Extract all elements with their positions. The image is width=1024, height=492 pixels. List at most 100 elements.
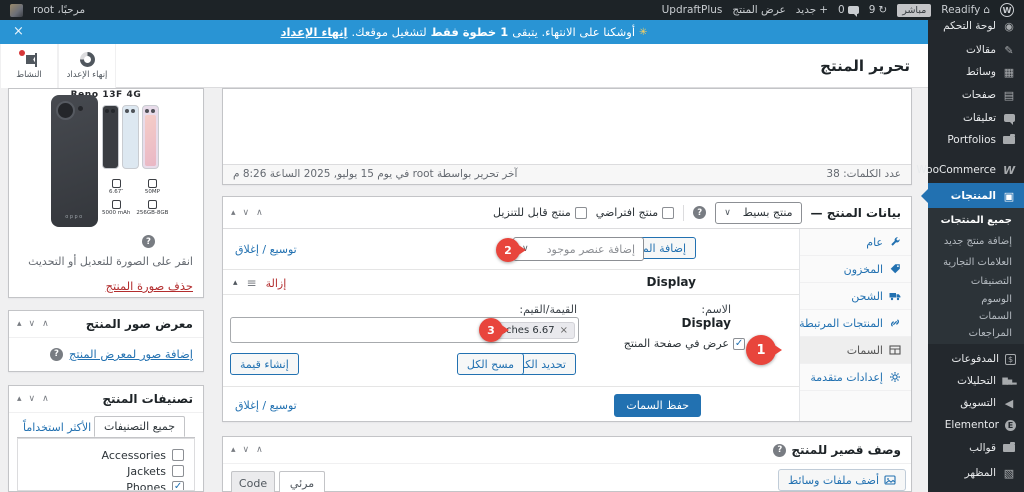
phone-color-variants (102, 105, 159, 169)
expand-close-link[interactable]: توسيع / إغلاق (235, 399, 297, 412)
visual-tab[interactable]: مرئي (279, 471, 325, 492)
submenu-all-products[interactable]: جميع المنتجات (928, 212, 1024, 229)
sidebar-item-appearance[interactable]: ▧ المظهر (928, 462, 1024, 484)
tab-all-categories[interactable]: جميع التصنيفات (93, 416, 185, 437)
move-up-icon[interactable]: ∧ (42, 394, 49, 404)
product-type-select[interactable]: منتج بسيط ∨ (715, 201, 802, 224)
toggle-icon[interactable]: ▴ (17, 319, 22, 329)
wordpress-logo-icon: W (1000, 3, 1014, 17)
values-label: القيمة/القيم: (519, 303, 577, 316)
drag-handle-icon[interactable]: ≡ (247, 276, 257, 290)
add-gallery-images-link[interactable]: إضافة صور لمعرض المنتج (69, 347, 193, 361)
remove-value-icon[interactable]: × (560, 325, 568, 336)
add-existing-select[interactable]: إضافة عنصر موجود ∨ (513, 237, 644, 261)
add-media-button[interactable]: أضف ملفات وسائط (778, 469, 906, 491)
checkbox (172, 449, 184, 461)
sidebar-item-media[interactable]: ▦ وسائط (928, 61, 1024, 83)
help-icon[interactable]: ? (693, 206, 707, 219)
sidebar-item-posts[interactable]: ✎ مقالات (928, 39, 1024, 61)
updates-indicator[interactable]: ↻ 9 (869, 4, 888, 16)
category-accessories[interactable]: Accessories (28, 447, 184, 463)
site-name-link[interactable]: ⌂ Readify (941, 4, 990, 16)
wp-logo-menu[interactable]: W (1000, 3, 1014, 17)
last-edited: آخر تحرير بواسطة root في يوم 15 يوليو, 2… (233, 168, 518, 180)
dashboard-icon: ◉ (1004, 20, 1014, 33)
remove-attribute-link[interactable]: إزالة (266, 277, 287, 290)
attribute-values-input[interactable]: inches 6.67 × (230, 317, 579, 343)
downloadable-checkbox[interactable]: منتج قابل للتنزيل (493, 206, 587, 219)
visible-on-product-page-checkbox[interactable]: ✓ عرض في صفحة المنتج (624, 337, 745, 350)
move-down-icon[interactable]: ∨ (29, 394, 36, 404)
gallery-add-row: إضافة صور لمعرض المنتج ? (49, 347, 193, 361)
tab-general[interactable]: عام (800, 229, 911, 256)
toggle-icon[interactable]: ▴ (17, 394, 22, 404)
move-up-icon[interactable]: ∧ (42, 319, 49, 329)
help-icon[interactable]: ? (49, 347, 63, 361)
camera-icon (147, 179, 157, 188)
move-down-icon[interactable]: ∨ (29, 319, 36, 329)
move-up-icon[interactable]: ∧ (256, 208, 263, 218)
submenu-tags[interactable]: الوسوم (928, 291, 1024, 308)
move-down-icon[interactable]: ∨ (243, 445, 250, 455)
sidebar-item-marketing[interactable]: ◀ التسويق (928, 392, 1024, 414)
spec-camera: 50MP (136, 179, 168, 195)
move-down-icon[interactable]: ∨ (243, 208, 250, 218)
move-up-icon[interactable]: ∧ (256, 445, 263, 455)
virtual-checkbox[interactable]: منتج افتراضي (596, 206, 675, 219)
admin-sidebar-menu: ◉ لوحة التحكم ✎ مقالات ▦ وسائط ▤ صفحات ت… (916, 20, 1024, 492)
my-account-link[interactable]: مرحبًا، root (33, 4, 85, 16)
comments-indicator[interactable]: 0 (838, 4, 859, 17)
category-jackets[interactable]: Jackets (28, 463, 184, 479)
chevron-down-icon: ∨ (724, 207, 731, 218)
sidebar-item-payments[interactable]: $ المدفوعات (928, 348, 1024, 370)
code-tab[interactable]: Code (231, 471, 275, 492)
category-checklist: Accessories Jackets ✓ Phones (17, 438, 195, 491)
sidebar-item-comments[interactable]: تعليقات (928, 107, 1024, 129)
submenu-reviews[interactable]: المراجعات (928, 325, 1024, 342)
avatar[interactable] (10, 3, 23, 17)
sidebar-item-portfolios[interactable]: Portfolios (928, 129, 1024, 151)
tab-linked-products[interactable]: المنتجات المرتبطة (799, 310, 911, 337)
phone-variant-dark (102, 105, 119, 169)
tab-attributes[interactable]: السمات (800, 337, 911, 364)
editor-canvas[interactable] (223, 89, 911, 164)
submenu-add-product[interactable]: إضافة منتج جديد (928, 233, 1024, 250)
attribute-controls: ▴ ≡ إزالة (233, 270, 286, 296)
spec-storage: 256GB-8GB (136, 200, 168, 216)
finish-setup-link[interactable]: إنهاء الإعداد (281, 25, 348, 39)
tab-inventory[interactable]: المخزون (800, 256, 911, 283)
new-content-menu[interactable]: + جديد (796, 4, 828, 16)
tab-advanced[interactable]: إعدادات متقدمة (800, 364, 911, 391)
activity-button[interactable]: النشاط (0, 44, 58, 88)
toggle-icon[interactable]: ▴ (233, 278, 238, 288)
tab-shipping[interactable]: الشحن (800, 283, 911, 310)
create-value-button[interactable]: إنشاء قيمة (230, 353, 299, 375)
sidebar-item-pages[interactable]: ▤ صفحات (928, 84, 1024, 106)
close-banner-icon[interactable]: × (13, 20, 24, 44)
expand-close-link[interactable]: توسيع / إغلاق (235, 243, 297, 256)
sidebar-item-elementor[interactable]: E Elementor (928, 414, 1024, 436)
view-product-link[interactable]: عرض المنتج (732, 4, 785, 16)
help-icon[interactable]: ? (773, 443, 787, 457)
toggle-icon[interactable]: ▴ (231, 445, 236, 455)
submenu-attributes[interactable]: السمات (928, 308, 1024, 325)
help-icon[interactable]: ? (142, 235, 155, 248)
sidebar-item-products[interactable]: ▣ المنتجات (921, 183, 1024, 209)
remove-product-image-link[interactable]: حذف صورة المنتج (106, 279, 193, 293)
sidebar-item-templates[interactable]: قوالب (928, 437, 1024, 459)
sidebar-item-analytics[interactable]: ▂▅▇ التحليلات (928, 370, 1024, 392)
finish-setup-button[interactable]: إنهاء الإعداد (58, 44, 116, 88)
link-icon (890, 319, 900, 327)
sidebar-item-woocommerce[interactable]: W WooCommerce (916, 159, 1024, 181)
save-attributes-button[interactable]: حفظ السمات (614, 394, 701, 417)
submenu-categories[interactable]: التصنيفات (928, 273, 1024, 290)
attribute-row-header[interactable]: Display ▴ ≡ إزالة (223, 269, 799, 295)
updraftplus-menu[interactable]: UpdraftPlus (662, 4, 723, 16)
product-image[interactable]: Reno 13F 4G oppo 6.67″ 50MP 5000 mAh 256… (9, 89, 203, 231)
submenu-brands[interactable]: العلامات التجارية (928, 254, 1024, 271)
sidebar-item-dashboard[interactable]: ◉ لوحة التحكم (928, 20, 1024, 36)
select-none-button[interactable]: مسح الكل (456, 353, 524, 375)
toggle-icon[interactable]: ▴ (231, 208, 236, 218)
category-phones[interactable]: ✓ Phones (28, 479, 184, 490)
tab-most-used[interactable]: الأكثر استخداماً (23, 421, 91, 434)
